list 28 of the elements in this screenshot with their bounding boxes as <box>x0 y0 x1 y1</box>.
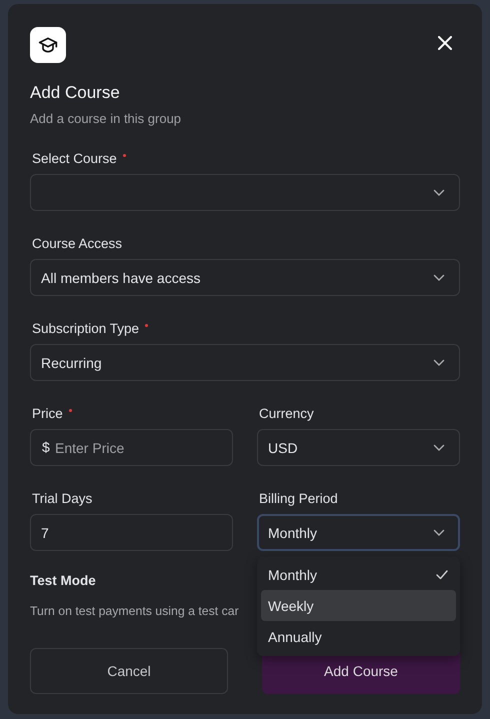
field-label: Select Course <box>32 150 117 166</box>
chevron-down-icon <box>433 444 445 452</box>
cancel-button[interactable]: Cancel <box>30 648 228 694</box>
select-field[interactable]: Recurring <box>30 344 460 381</box>
menu-option[interactable]: Weekly <box>261 590 456 621</box>
field-label: Price <box>32 406 63 420</box>
graduation-cap-icon <box>30 27 66 63</box>
test-mode-label: Test Mode <box>30 573 96 588</box>
select-field[interactable]: All members have access <box>30 259 460 296</box>
field-label: Billing Period <box>259 490 338 506</box>
chevron-down-icon <box>433 274 445 282</box>
chevron-down-icon <box>433 528 445 536</box>
select-field[interactable]: Monthly <box>257 514 460 551</box>
currency-prefix: $ <box>42 439 50 456</box>
input-field[interactable]: 7 <box>30 514 233 551</box>
field-label: Course Access <box>32 236 122 250</box>
field-label: Currency <box>259 406 314 420</box>
field-label: Subscription Type <box>32 320 140 336</box>
dialog-subtitle: Add a course in this group <box>30 111 182 126</box>
chevron-down-icon <box>433 188 445 196</box>
select-field[interactable] <box>30 174 460 211</box>
close-icon[interactable] <box>438 36 452 50</box>
test-mode-description: Turn on test payments using a test car <box>30 604 239 618</box>
field-label: Trial Days <box>32 490 92 506</box>
chevron-down-icon <box>433 358 445 366</box>
menu-option[interactable]: Monthly <box>261 559 456 590</box>
dialog-title: Add Course <box>30 83 121 103</box>
select-field[interactable]: USD <box>257 429 460 466</box>
